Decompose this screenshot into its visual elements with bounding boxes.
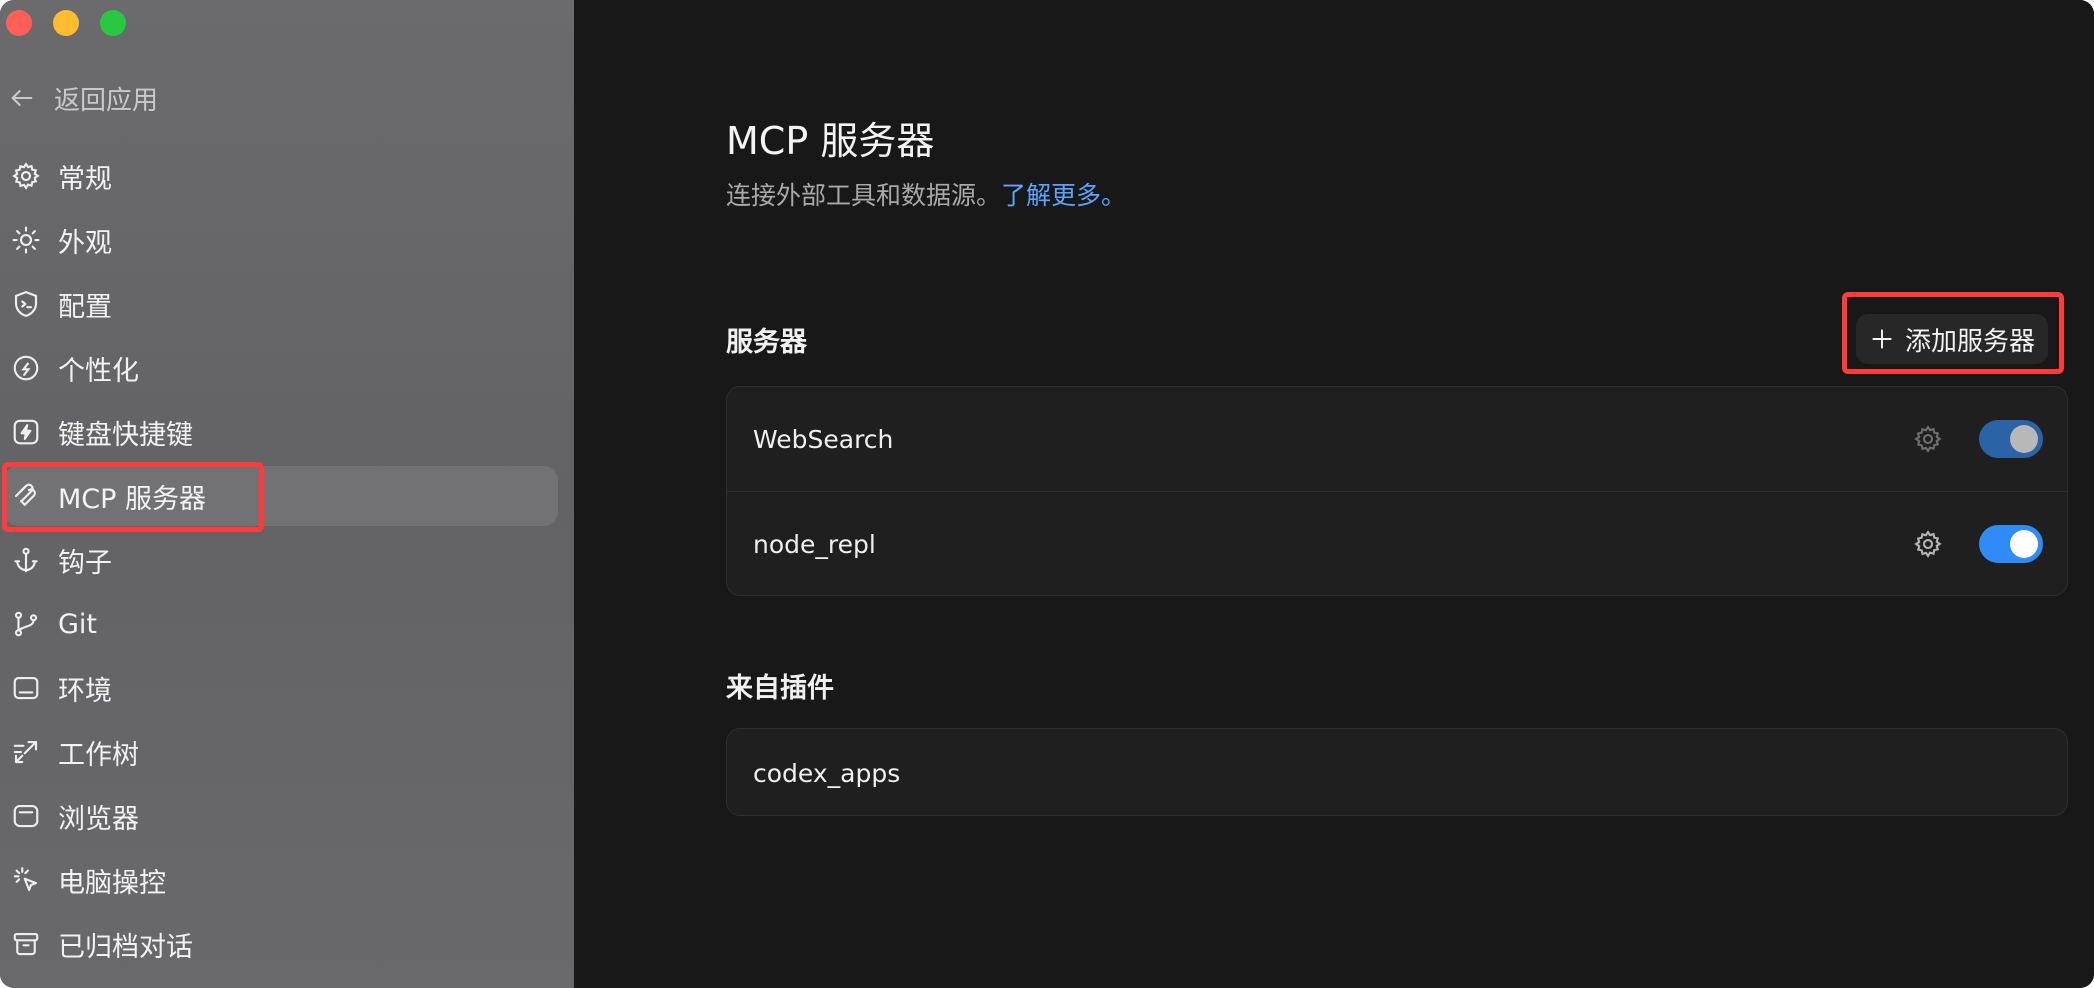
page-subtitle: 连接外部工具和数据源。了解更多。 (726, 176, 1126, 212)
sidebar-item-label: 环境 (58, 675, 112, 707)
sidebar-item-git[interactable]: Git (4, 594, 558, 654)
sidebar-item-label: 配置 (58, 291, 112, 323)
minimize-window-button[interactable] (53, 10, 79, 36)
lightning-icon (10, 416, 42, 448)
close-window-button[interactable] (6, 10, 32, 36)
servers-heading: 服务器 (726, 327, 807, 358)
main-panel: MCP 服务器 连接外部工具和数据源。了解更多。 服务器 添加服务器 WebSe… (574, 0, 2094, 988)
plugin-name: codex_apps (753, 758, 901, 788)
sidebar-item-personalization[interactable]: 个性化 (4, 338, 558, 398)
sidebar-item-shortcuts[interactable]: 键盘快捷键 (4, 402, 558, 462)
arrow-left-icon (11, 89, 33, 107)
server-name: WebSearch (753, 424, 894, 454)
sidebar-item-label: 电脑操控 (58, 867, 166, 899)
personalize-icon (10, 352, 42, 384)
page-title: MCP 服务器 (726, 119, 935, 163)
back-label: 返回应用 (54, 85, 159, 116)
sidebar-item-label: Git (58, 608, 98, 640)
sidebar: 返回应用 常规 外观 配置 个性化 键盘快捷键 MCP 服务器 钩子 Git 环… (0, 0, 574, 988)
cursor-click-icon (10, 864, 42, 896)
shield-terminal-icon (10, 288, 42, 320)
server-settings-gear-icon[interactable] (1913, 529, 1943, 559)
gear-icon (10, 160, 42, 192)
terminal-window-icon (10, 672, 42, 704)
sidebar-item-label: 已归档对话 (58, 931, 193, 963)
server-enable-toggle[interactable] (1979, 525, 2043, 563)
sidebar-item-general[interactable]: 常规 (4, 146, 558, 206)
back-to-app-button[interactable]: 返回应用 (8, 78, 158, 118)
subtitle-text: 连接外部工具和数据源。 (726, 181, 1002, 210)
sidebar-item-label: 常规 (58, 163, 112, 195)
server-enable-toggle[interactable] (1979, 420, 2043, 458)
archive-icon (10, 928, 42, 960)
sidebar-item-config[interactable]: 配置 (4, 274, 558, 334)
worktree-icon (10, 736, 42, 768)
toggle-knob (2010, 530, 2038, 558)
sidebar-item-hooks[interactable]: 钩子 (4, 530, 558, 590)
learn-more-link[interactable]: 了解更多。 (1001, 181, 1126, 210)
zoom-window-button[interactable] (100, 10, 126, 36)
sidebar-item-environment[interactable]: 环境 (4, 658, 558, 718)
anchor-icon (10, 544, 42, 576)
plugins-heading: 来自插件 (726, 673, 834, 704)
sidebar-item-label: 工作树 (58, 739, 139, 771)
plugins-list: codex_apps (726, 728, 2068, 816)
server-settings-gear-icon[interactable] (1913, 424, 1943, 454)
plugin-row[interactable]: codex_apps (727, 729, 2067, 817)
sun-icon (10, 224, 42, 256)
sidebar-item-label: 外观 (58, 227, 112, 259)
window-controls (6, 10, 126, 36)
sidebar-item-computer-control[interactable]: 电脑操控 (4, 850, 558, 910)
server-name: node_repl (753, 529, 876, 559)
sidebar-item-archived[interactable]: 已归档对话 (4, 914, 558, 974)
browser-icon (10, 800, 42, 832)
sidebar-item-label: 浏览器 (58, 803, 139, 835)
sidebar-item-label: 键盘快捷键 (58, 419, 193, 451)
sidebar-item-appearance[interactable]: 外观 (4, 210, 558, 270)
sidebar-item-worktree[interactable]: 工作树 (4, 722, 558, 782)
sidebar-item-label: 个性化 (58, 355, 139, 387)
toggle-knob (2010, 425, 2038, 453)
highlight-box (1842, 292, 2064, 374)
server-row: WebSearch (727, 387, 2067, 491)
git-branch-icon (10, 608, 42, 640)
highlight-box (2, 462, 264, 532)
sidebar-item-browser[interactable]: 浏览器 (4, 786, 558, 846)
server-row: node_repl (727, 491, 2067, 596)
sidebar-item-label: 钩子 (58, 547, 112, 579)
settings-window: 返回应用 常规 外观 配置 个性化 键盘快捷键 MCP 服务器 钩子 Git 环… (0, 0, 2094, 988)
servers-list: WebSearch node_repl (726, 386, 2068, 596)
